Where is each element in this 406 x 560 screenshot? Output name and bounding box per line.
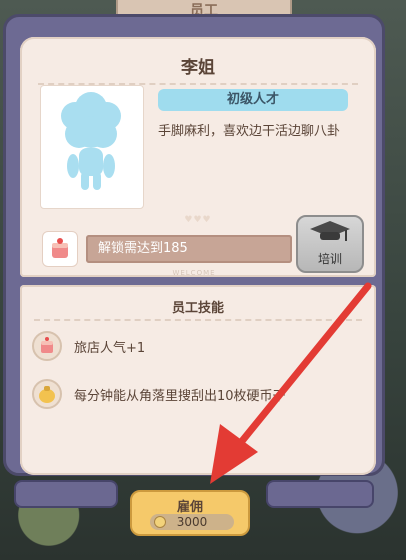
pointer-arrow-icon [210,282,372,484]
